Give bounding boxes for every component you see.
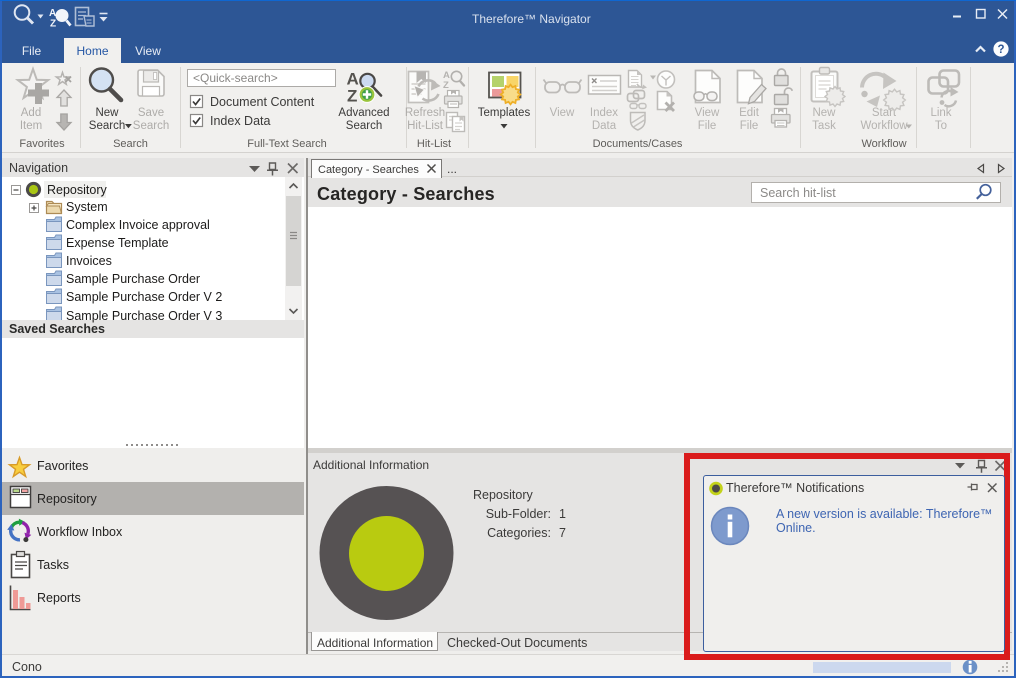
- svg-text:Z: Z: [443, 80, 449, 91]
- svg-text:Z: Z: [347, 87, 357, 106]
